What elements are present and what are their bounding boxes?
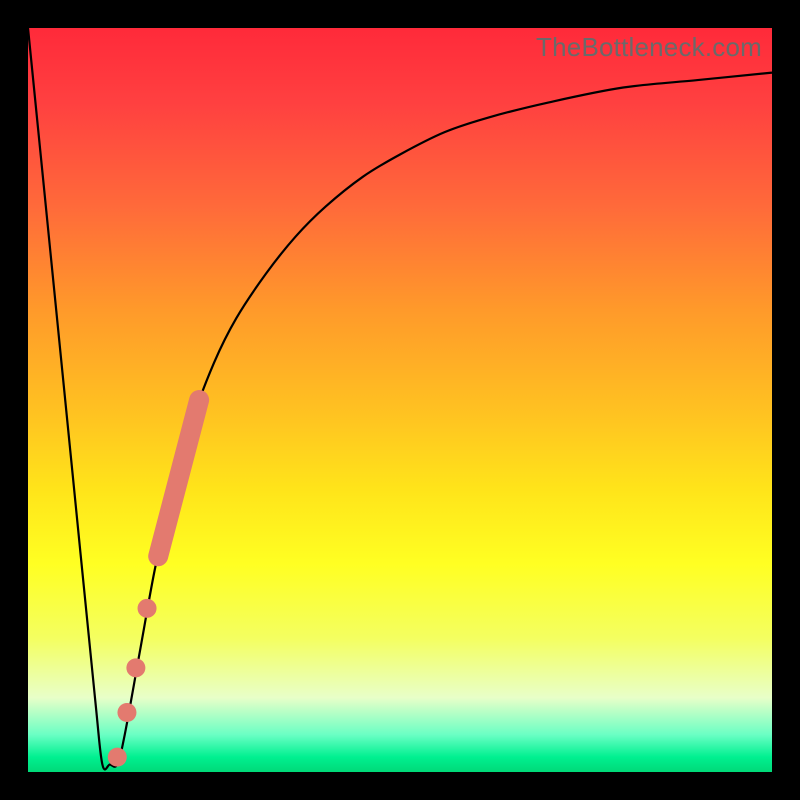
data-markers <box>108 400 199 767</box>
plot-area: TheBottleneck.com <box>28 28 772 772</box>
marker-dot_4 <box>108 748 127 767</box>
bottleneck-curve <box>28 28 772 770</box>
marker-dot_1 <box>138 599 157 618</box>
chart-frame: TheBottleneck.com <box>0 0 800 800</box>
marker-dot_2 <box>126 658 145 677</box>
marker-dot_3 <box>117 703 136 722</box>
curve-svg <box>28 28 772 772</box>
marker-long_segment <box>158 400 199 556</box>
